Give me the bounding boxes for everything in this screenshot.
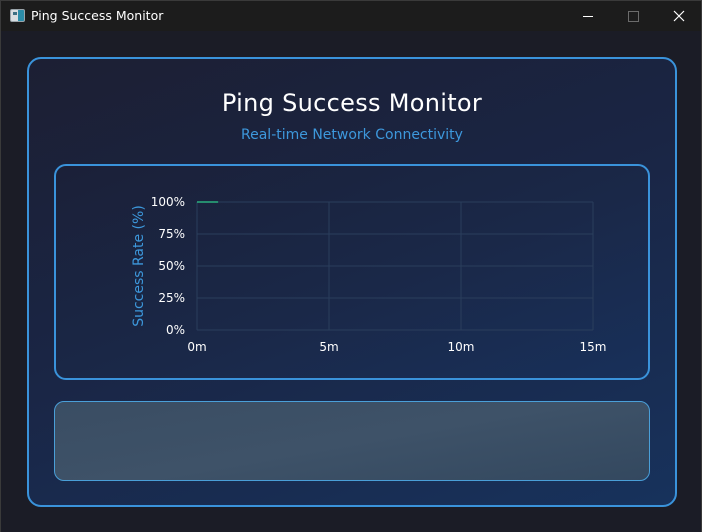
- client-area: Ping Success Monitor Real-time Network C…: [1, 31, 701, 532]
- page-title: Ping Success Monitor: [221, 89, 483, 117]
- main-panel: Ping Success Monitor Real-time Network C…: [27, 57, 677, 507]
- y-axis-label: Success Rate (%): [131, 205, 147, 327]
- y-tick-label: 25%: [158, 291, 185, 305]
- page-subtitle: Real-time Network Connectivity: [241, 127, 463, 143]
- app-window: Ping Success Monitor Ping Success Monito…: [0, 0, 702, 532]
- x-tick-label: 0m: [187, 340, 206, 354]
- maximize-icon: [628, 11, 639, 22]
- y-tick-label: 75%: [158, 227, 185, 241]
- maximize-button[interactable]: [611, 1, 657, 31]
- chart-panel: 100% 75% 50% 25% 0% 0m 5m 10m 15m Success Rate (%…: [54, 164, 650, 380]
- y-tick-label: 100%: [151, 195, 185, 209]
- y-tick-label: 50%: [158, 259, 185, 273]
- minimize-button[interactable]: [565, 1, 611, 31]
- close-button[interactable]: [656, 1, 702, 31]
- window-title: Ping Success Monitor: [31, 8, 164, 23]
- x-tick-label: 10m: [448, 340, 475, 354]
- x-tick-label: 15m: [580, 340, 607, 354]
- y-tick-label: 0%: [166, 323, 185, 337]
- x-tick-label: 5m: [319, 340, 338, 354]
- success-rate-chart: 100% 75% 50% 25% 0%0m 5m 10m 15m Success Rate (%…: [131, 195, 607, 354]
- minimize-icon: [583, 16, 593, 17]
- app-icon: [10, 9, 25, 22]
- close-icon: [673, 10, 685, 22]
- title-bar[interactable]: Ping Success Monitor: [1, 1, 701, 31]
- status-panel: [54, 401, 650, 481]
